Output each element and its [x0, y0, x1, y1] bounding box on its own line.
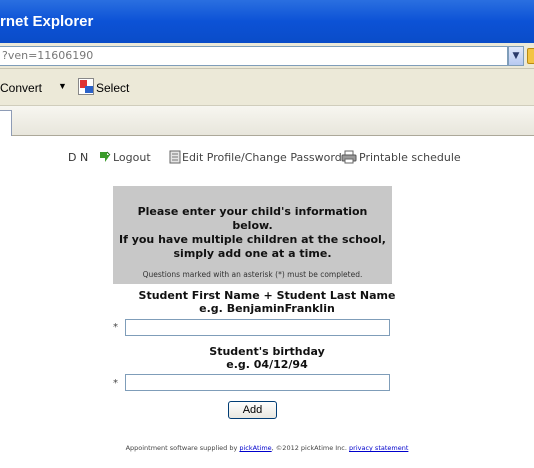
- birthday-label: Student's birthday: [209, 345, 325, 358]
- edit-profile-link[interactable]: Edit Profile/Change Password: [182, 151, 342, 164]
- info-line: simply add one at a time.: [173, 247, 332, 260]
- browser-tab[interactable]: [0, 110, 12, 136]
- name-label: Student First Name + Student Last Name: [138, 289, 396, 302]
- add-button[interactable]: Add: [228, 401, 277, 419]
- info-line: below.: [232, 219, 273, 232]
- logout-link[interactable]: Logout: [113, 151, 151, 164]
- info-message: Please enter your child's information be…: [113, 205, 392, 261]
- required-marker: *: [113, 378, 118, 389]
- address-input[interactable]: ?ven=11606190: [0, 46, 508, 66]
- info-line: Please enter your child's information: [137, 205, 368, 218]
- select-button[interactable]: Select: [96, 81, 129, 95]
- required-note: Questions marked with an asterisk (*) mu…: [142, 270, 363, 279]
- birthday-input[interactable]: [125, 374, 390, 391]
- logout-icon[interactable]: [98, 150, 112, 164]
- name-example: e.g. BenjaminFranklin: [199, 302, 335, 315]
- chevron-down-icon[interactable]: ▼: [508, 46, 524, 66]
- chevron-down-icon[interactable]: ▼: [58, 81, 67, 91]
- lock-icon[interactable]: [527, 48, 534, 64]
- edit-profile-icon[interactable]: [169, 150, 181, 164]
- tab-strip: [0, 106, 534, 136]
- convert-button[interactable]: Convert: [0, 81, 42, 95]
- address-bar: ?ven=11606190 ▼: [0, 43, 534, 69]
- footer: Appointment software supplied by pickAti…: [0, 444, 534, 452]
- footer-text: , ©2012 pickAtime Inc.: [271, 444, 350, 452]
- printer-icon[interactable]: [341, 150, 357, 164]
- window-title: rnet Explorer: [0, 13, 94, 30]
- footer-text: Appointment software supplied by: [125, 444, 240, 452]
- info-line: If you have multiple children at the sch…: [118, 233, 386, 246]
- birthday-example: e.g. 04/12/94: [226, 358, 308, 371]
- user-nav: D N Logout Edit Profile/Change Password …: [0, 150, 534, 166]
- student-name-input[interactable]: [125, 319, 390, 336]
- window-titlebar: rnet Explorer: [0, 0, 534, 43]
- printable-schedule-link[interactable]: Printable schedule: [359, 151, 461, 164]
- info-box: Please enter your child's information be…: [113, 186, 392, 284]
- required-marker: *: [113, 322, 118, 333]
- pdf-select-icon[interactable]: [78, 78, 94, 95]
- privacy-statement-link[interactable]: privacy statement: [349, 444, 408, 452]
- pickatime-link[interactable]: pickAtime: [239, 444, 271, 452]
- toolbar: Convert ▼ Select: [0, 69, 534, 106]
- user-initials: D N: [68, 151, 89, 164]
